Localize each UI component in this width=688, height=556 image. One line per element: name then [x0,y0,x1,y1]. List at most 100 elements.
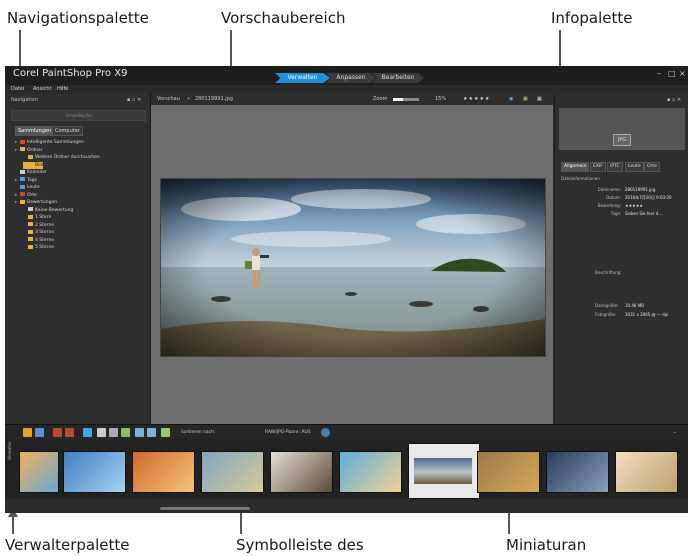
people-icon[interactable] [83,428,92,437]
file-type-badge: JPG [613,134,631,146]
maximize-icon[interactable]: □ [668,69,676,78]
sort-label[interactable]: Sortieren nach: [181,429,216,436]
info-field-label: Tags: [610,211,621,216]
tab-general[interactable]: Allgemein [561,162,590,172]
thumbnail-image [414,458,472,484]
panel-controls-icon[interactable]: ▪ ▫ ✕ [127,97,141,103]
zoom-slider-fill [393,98,404,101]
tree-item[interactable]: 4 Sterne [23,237,54,244]
info-field-value[interactable]: ★★★★★ [625,203,643,209]
folder-icon [28,162,33,166]
tab-computer[interactable]: Computer [52,126,83,136]
rotate-left-icon[interactable] [53,428,62,437]
tree-item[interactable]: 2 Sterne [23,222,54,229]
tab-iptc[interactable]: IPTC [607,162,623,172]
chevron-down-icon[interactable]: ⌄ [673,429,677,436]
menu-bar: Datei Ansicht Hilfe [5,85,688,94]
import-icon[interactable] [23,428,32,437]
star-icon [28,244,33,249]
zoom-value: 15% [435,96,447,102]
tree-item[interactable]: 3 Sterne [23,229,54,236]
info-field-label: Datum: [606,195,621,200]
callout-preview-area: Vorschaubereich [221,9,346,27]
minimize-icon[interactable]: – [657,69,661,78]
tree-item[interactable]: Kalender [15,169,47,176]
leader-toolbar [240,512,242,534]
search-input[interactable]: Schnellsuche [11,110,146,121]
close-icon[interactable]: × [679,69,686,78]
undo-icon[interactable] [135,428,144,437]
thumbnail[interactable] [546,451,609,493]
slideshow-icon[interactable] [121,428,130,437]
star-icon [28,237,33,241]
thumbnail[interactable] [19,451,59,493]
tree-item[interactable]: 5 Sterne [23,244,54,251]
thumbnail[interactable] [63,451,126,493]
tree-item[interactable]: ▸ Bewertungen [15,199,57,206]
imagesize-value: 3031 x 2005 @ — dpi [625,312,669,317]
tree-item-label: Leute [27,185,40,190]
settings-icon[interactable] [321,428,330,437]
thumbnail[interactable] [201,451,264,493]
tab-adjust[interactable]: Anpassen [326,73,376,83]
tree-item[interactable]: ▸ Ordner [15,147,43,154]
tree-item[interactable]: Leute [15,184,40,191]
tree-item-label: Ordner [27,147,43,153]
paintshop-window: Corel PaintShop Pro X9 Verwalten Anpasse… [5,66,688,513]
info-field-value[interactable]: Geben Sie hier d... [625,211,662,217]
zoom-slider[interactable] [393,98,419,101]
tree-item[interactable]: 1 Stern [23,214,51,221]
globe-icon[interactable]: ◉ [509,96,513,103]
tree-item-label: 4 Sterne [35,237,55,243]
tab-exif[interactable]: EXIF [590,162,606,172]
tab-collections[interactable]: Sammlungen [15,126,55,136]
calendar-icon [20,169,25,174]
info-field-label: Bewertung: [597,203,621,208]
star-icon [20,199,25,204]
tree-item-label: Weitere Ordner durchsuchen [35,155,100,160]
raw-jpg-filter[interactable]: RAW/JPG-Paare: AUS [265,429,311,436]
tree-item[interactable]: Bild [23,161,44,169]
folder-icon [20,147,25,151]
panel-controls-icon[interactable]: ▪ ▫ ✕ [667,97,681,103]
tree-item-label: 5 Sterne [35,245,55,250]
tree-item[interactable]: ▸ Orte [15,192,37,199]
thumbnail[interactable] [615,451,678,493]
tree-item[interactable]: Keine Bewertung [23,207,73,214]
histogram-icon[interactable]: ▣ [523,96,528,103]
print-icon[interactable] [97,428,106,437]
tree-item[interactable]: ▸ Intelligente Sammlungen [15,139,84,146]
share-icon[interactable] [109,428,118,437]
menu-file[interactable]: Datei [11,85,24,94]
tree-item-label: Bild [35,162,44,168]
tab-manage[interactable]: Verwalten [275,73,330,83]
thumbnail[interactable] [132,451,195,493]
info-section-title: Dateiinformationen [561,176,600,181]
thumbnail[interactable] [270,451,333,493]
thumbnail[interactable] [408,443,480,499]
manager-side-label[interactable]: Verwalter [7,441,12,460]
menu-view[interactable]: Ansicht [33,85,51,94]
redo-icon[interactable] [147,428,156,437]
tab-people[interactable]: Leute [625,162,644,172]
preview-filename: 280119991.jpg [195,96,233,102]
properties-icon[interactable] [35,428,44,437]
delete-icon[interactable] [161,428,170,437]
callout-thumbnails: Miniaturan [506,536,587,554]
menu-help[interactable]: Hilfe [57,85,68,94]
thumbnail[interactable] [477,451,540,493]
tree-item[interactable]: ▸ Tags [15,177,37,184]
horizontal-scrollbar[interactable] [160,507,250,510]
tree-item-label: 3 Sterne [35,230,55,235]
grid-view-icon[interactable]: ▦ [537,96,542,103]
rotate-right-icon[interactable] [65,428,74,437]
navigation-palette: Navigation ▪ ▫ ✕ Schnellsuche Sammlungen… [5,94,151,424]
place-icon [20,192,25,196]
star-icon [28,229,33,234]
tab-places[interactable]: Orte [644,162,660,172]
thumbnail[interactable] [339,451,402,493]
tab-edit[interactable]: Bearbeiten [372,73,424,83]
tree-item[interactable]: Weitere Ordner durchsuchen [23,154,100,161]
callout-navigation-palette: Navigationspalette [7,9,149,27]
rating-stars[interactable]: ★★★★★ [463,96,490,103]
